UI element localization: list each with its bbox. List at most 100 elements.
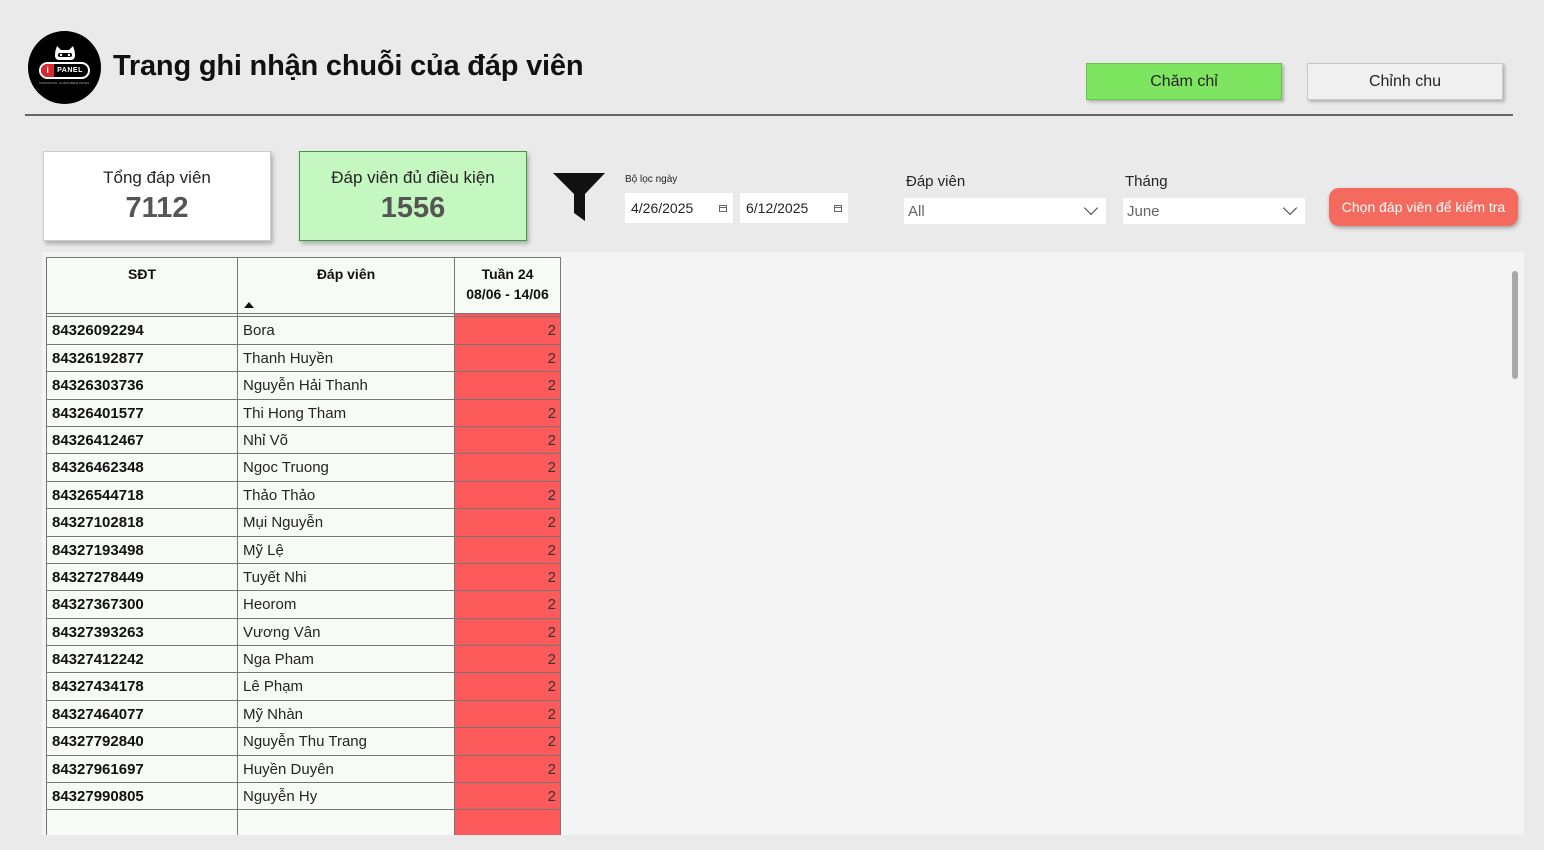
phone-cell: 84327990805	[46, 783, 237, 810]
week-value-cell: 2	[454, 591, 561, 618]
logo-subtext: INDIVIDUAL CONSUMER PANEL	[39, 81, 90, 85]
table-row[interactable]: 84327990805 Nguyễn Hy 2	[46, 783, 561, 811]
cham-chi-button[interactable]: Chăm chỉ	[1086, 63, 1282, 100]
column-header-phone-label: SĐT	[128, 266, 156, 282]
week-value-cell: 2	[454, 728, 561, 755]
column-header-week-range: 08/06 - 14/06	[466, 286, 549, 302]
phone-cell: 84327961697	[46, 755, 237, 783]
cat-mascot-icon	[54, 46, 75, 60]
respondent-name-cell: Huyền Duyên	[237, 755, 454, 783]
respondent-name-cell: Nhỉ Võ	[237, 426, 454, 454]
total-respondents-card: Tổng đáp viên 7112	[43, 151, 271, 241]
respondent-slicer-label: Đáp viên	[906, 173, 966, 190]
respondent-name-cell: Mỹ Nhàn	[237, 700, 454, 728]
logo-badge: i PANEL	[39, 62, 90, 79]
phone-cell: 84326544718	[46, 481, 237, 509]
phone-cell: 84326192877	[46, 344, 237, 372]
week-value-cell: 2	[454, 618, 561, 646]
logo-badge-letter: i	[41, 64, 55, 77]
week-value-cell: 2	[454, 399, 561, 426]
phone-cell: 84327412242	[46, 646, 237, 673]
total-respondents-value: 7112	[125, 191, 189, 224]
chevron-down-icon[interactable]	[1282, 200, 1298, 216]
table-row[interactable]: 84326092294 Bora 2	[46, 317, 561, 345]
month-dropdown[interactable]: June	[1123, 198, 1305, 224]
ipanel-logo: i PANEL INDIVIDUAL CONSUMER PANEL	[28, 31, 101, 104]
calendar-icon[interactable]	[719, 204, 727, 212]
chevron-down-icon[interactable]	[1083, 200, 1099, 216]
phone-cell	[46, 810, 237, 835]
week-value-cell: 2	[454, 509, 561, 536]
phone-cell: 84327102818	[46, 509, 237, 536]
phone-cell: 84326092294	[46, 317, 237, 344]
respondent-name-cell: Nguyễn Hải Thanh	[237, 372, 454, 399]
table-header: SĐT Đáp viên Tuần 24 08/06 - 14/06	[46, 257, 561, 314]
phone-cell: 84326412467	[46, 426, 237, 454]
table-row[interactable]: 84327961697 Huyền Duyên 2	[46, 755, 561, 784]
respondent-name-cell: Thi Hong Tham	[237, 399, 454, 426]
column-header-week[interactable]: Tuần 24 08/06 - 14/06	[454, 258, 561, 313]
phone-cell: 84326303736	[46, 372, 237, 399]
respondent-name-cell: Tuyết Nhi	[237, 563, 454, 591]
respondent-name-cell: Thảo Thảo	[237, 481, 454, 509]
eligible-respondents-value: 1556	[380, 191, 446, 224]
scrollbar-thumb[interactable]	[1512, 271, 1518, 379]
column-header-respondent[interactable]: Đáp viên	[237, 258, 454, 313]
week-value-cell: 2	[454, 536, 561, 563]
table-row[interactable]: 84327278449 Tuyết Nhi 2	[46, 563, 561, 592]
table-row[interactable]: 84327367300 Heorom 2	[46, 591, 561, 619]
date-start-value: 4/26/2025	[631, 200, 694, 216]
respondent-name-cell: Nguyễn Thu Trang	[237, 728, 454, 755]
funnel-icon	[553, 173, 605, 221]
respondent-name-cell: Ngoc Truong	[237, 454, 454, 481]
table-row[interactable]: 84326303736 Nguyễn Hải Thanh 2	[46, 372, 561, 400]
date-filter-caption: Bộ lọc ngày	[625, 174, 678, 185]
week-value-cell: 2	[454, 372, 561, 399]
table-row[interactable]: 84327102818 Mụi Nguyễn 2	[46, 509, 561, 537]
phone-cell: 84327464077	[46, 700, 237, 728]
month-dropdown-value: June	[1127, 202, 1160, 220]
respondent-name-cell: Heorom	[237, 591, 454, 618]
table-row[interactable]: 84326544718 Thảo Thảo 2	[46, 481, 561, 510]
phone-cell: 84327193498	[46, 536, 237, 563]
table-row[interactable]: 84327193498 Mỹ Lệ 2	[46, 536, 561, 564]
week-value-cell: 2	[454, 646, 561, 673]
page-title: Trang ghi nhận chuỗi của đáp viên	[113, 50, 584, 82]
week-value-cell: 2	[454, 481, 561, 509]
column-header-week-label: Tuần 24	[481, 266, 534, 282]
table-row[interactable]: 84326462348 Ngoc Truong 2	[46, 454, 561, 482]
respondent-name-cell: Lê Phạm	[237, 673, 454, 700]
table-row[interactable]	[46, 810, 561, 835]
respondent-name-cell	[237, 810, 454, 835]
date-end-input[interactable]: 6/12/2025	[740, 193, 848, 223]
phone-cell: 84327393263	[46, 618, 237, 646]
week-value-cell: 2	[454, 755, 561, 783]
table-row[interactable]: 84327412242 Nga Pham 2	[46, 646, 561, 674]
calendar-icon[interactable]	[834, 204, 842, 212]
eligible-respondents-label: Đáp viên đủ điều kiện	[331, 167, 495, 187]
week-value-cell	[454, 810, 561, 835]
table-row[interactable]: 84327792840 Nguyễn Thu Trang 2	[46, 728, 561, 756]
column-header-phone[interactable]: SĐT	[46, 258, 237, 313]
table-body[interactable]: 84325998829Hong Phuc284326092294Bora2843…	[46, 290, 561, 835]
respondent-name-cell: Mỹ Lệ	[237, 536, 454, 563]
table-row[interactable]: 84326192877 Thanh Huyền 2	[46, 344, 561, 373]
table-row[interactable]: 84327434178 Lê Phạm 2	[46, 673, 561, 701]
table-row[interactable]: 84326401577 Thi Hong Tham 2	[46, 399, 561, 427]
respondent-name-cell: Nguyễn Hy	[237, 783, 454, 810]
table-row[interactable]: 84327464077 Mỹ Nhàn 2	[46, 700, 561, 729]
chinh-chu-button[interactable]: Chỉnh chu	[1307, 63, 1503, 100]
eligible-respondents-card: Đáp viên đủ điều kiện 1556	[299, 151, 527, 241]
select-respondent-button[interactable]: Chọn đáp viên để kiểm tra	[1329, 188, 1518, 226]
respondent-name-cell: Bora	[237, 317, 454, 344]
sort-ascending-icon[interactable]	[244, 302, 254, 308]
respondent-table-panel: 84325998829Hong Phuc284326092294Bora2843…	[42, 252, 1524, 835]
table-row[interactable]: 84326412467 Nhỉ Võ 2	[46, 426, 561, 455]
respondent-name-cell: Thanh Huyền	[237, 344, 454, 372]
week-value-cell: 2	[454, 700, 561, 728]
respondent-dropdown[interactable]: All	[904, 198, 1106, 224]
respondent-name-cell: Nga Pham	[237, 646, 454, 673]
date-start-input[interactable]: 4/26/2025	[625, 193, 733, 223]
phone-cell: 84326462348	[46, 454, 237, 481]
table-row[interactable]: 84327393263 Vương Vân 2	[46, 618, 561, 647]
